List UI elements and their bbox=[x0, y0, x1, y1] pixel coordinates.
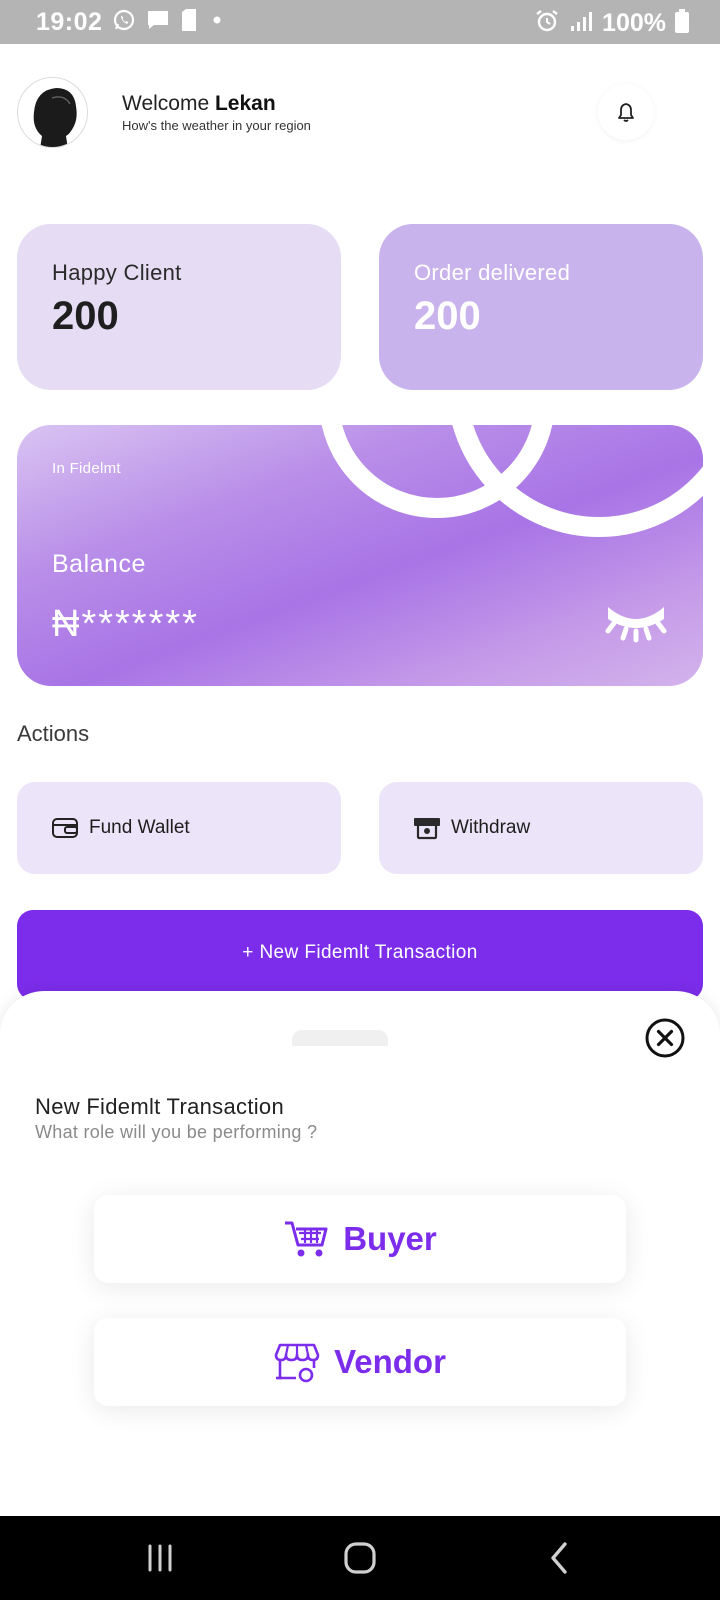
atm-icon bbox=[414, 818, 440, 840]
welcome-subtitle: How's the weather in your region bbox=[122, 118, 311, 133]
battery-percent: 100% bbox=[602, 9, 666, 37]
user-name: Lekan bbox=[214, 92, 276, 115]
wallet-icon bbox=[52, 818, 78, 838]
balance-card: In Fidelmt Balance ₦******* bbox=[17, 425, 703, 686]
alarm-icon bbox=[534, 8, 560, 39]
withdraw-button[interactable]: Withdraw bbox=[379, 782, 703, 874]
shopping-cart-icon bbox=[285, 1221, 328, 1257]
status-bar: 19:02 100% bbox=[0, 0, 720, 44]
notification-button[interactable] bbox=[598, 84, 654, 140]
balance-caption: In Fidelmt bbox=[52, 460, 121, 477]
stat-label: Order delivered bbox=[414, 260, 571, 285]
vendor-label: Vendor bbox=[334, 1343, 446, 1380]
stat-label: Happy Client bbox=[52, 260, 182, 285]
balance-value: ₦******* bbox=[52, 603, 199, 645]
toggle-balance-button[interactable] bbox=[604, 601, 668, 645]
status-right: 100% bbox=[534, 8, 690, 39]
status-left: 19:02 bbox=[36, 8, 226, 37]
close-icon bbox=[645, 1018, 685, 1058]
recent-apps-button[interactable] bbox=[120, 1516, 200, 1600]
fund-wallet-button[interactable]: Fund Wallet bbox=[17, 782, 341, 874]
sd-card-icon bbox=[180, 8, 198, 37]
happy-client-card: Happy Client 200 bbox=[17, 224, 341, 390]
status-time: 19:02 bbox=[36, 8, 103, 36]
bell-icon bbox=[618, 103, 634, 122]
system-nav-bar bbox=[0, 1516, 720, 1600]
buyer-button[interactable]: Buyer bbox=[94, 1195, 626, 1283]
battery-icon bbox=[674, 8, 690, 39]
welcome-prefix: Welcome bbox=[122, 92, 210, 115]
eye-closed-icon bbox=[605, 607, 667, 643]
stat-value: 200 bbox=[52, 294, 119, 338]
close-button[interactable] bbox=[645, 1018, 685, 1058]
home-button[interactable] bbox=[320, 1516, 400, 1600]
sheet-title: New Fidemlt Transaction bbox=[35, 1094, 284, 1119]
back-button[interactable] bbox=[520, 1516, 600, 1600]
sheet-subtitle: What role will you be performing ? bbox=[35, 1122, 318, 1142]
dot-icon bbox=[208, 8, 226, 37]
signal-icon bbox=[568, 8, 594, 39]
recent-apps-icon bbox=[148, 1544, 172, 1572]
buyer-label: Buyer bbox=[343, 1220, 437, 1257]
bottom-sheet: New Fidemlt Transaction What role will y… bbox=[0, 991, 720, 1516]
fund-wallet-label: Fund Wallet bbox=[89, 817, 190, 838]
stat-value: 200 bbox=[414, 294, 481, 338]
whatsapp-icon bbox=[112, 8, 136, 37]
avatar[interactable] bbox=[17, 77, 88, 148]
store-icon bbox=[274, 1343, 320, 1383]
new-transaction-button[interactable]: + New Fidemlt Transaction bbox=[17, 910, 703, 1000]
actions-title: Actions bbox=[17, 721, 90, 746]
welcome-text: Welcome Lekan bbox=[122, 92, 276, 116]
balance-label: Balance bbox=[52, 550, 146, 578]
withdraw-label: Withdraw bbox=[451, 817, 531, 838]
order-delivered-card: Order delivered 200 bbox=[379, 224, 703, 390]
back-icon bbox=[551, 1542, 567, 1574]
message-icon bbox=[146, 8, 170, 37]
home-icon bbox=[344, 1542, 376, 1574]
vendor-button[interactable]: Vendor bbox=[94, 1318, 626, 1406]
user-silhouette-icon bbox=[33, 88, 77, 147]
sheet-handle[interactable] bbox=[292, 1030, 388, 1046]
